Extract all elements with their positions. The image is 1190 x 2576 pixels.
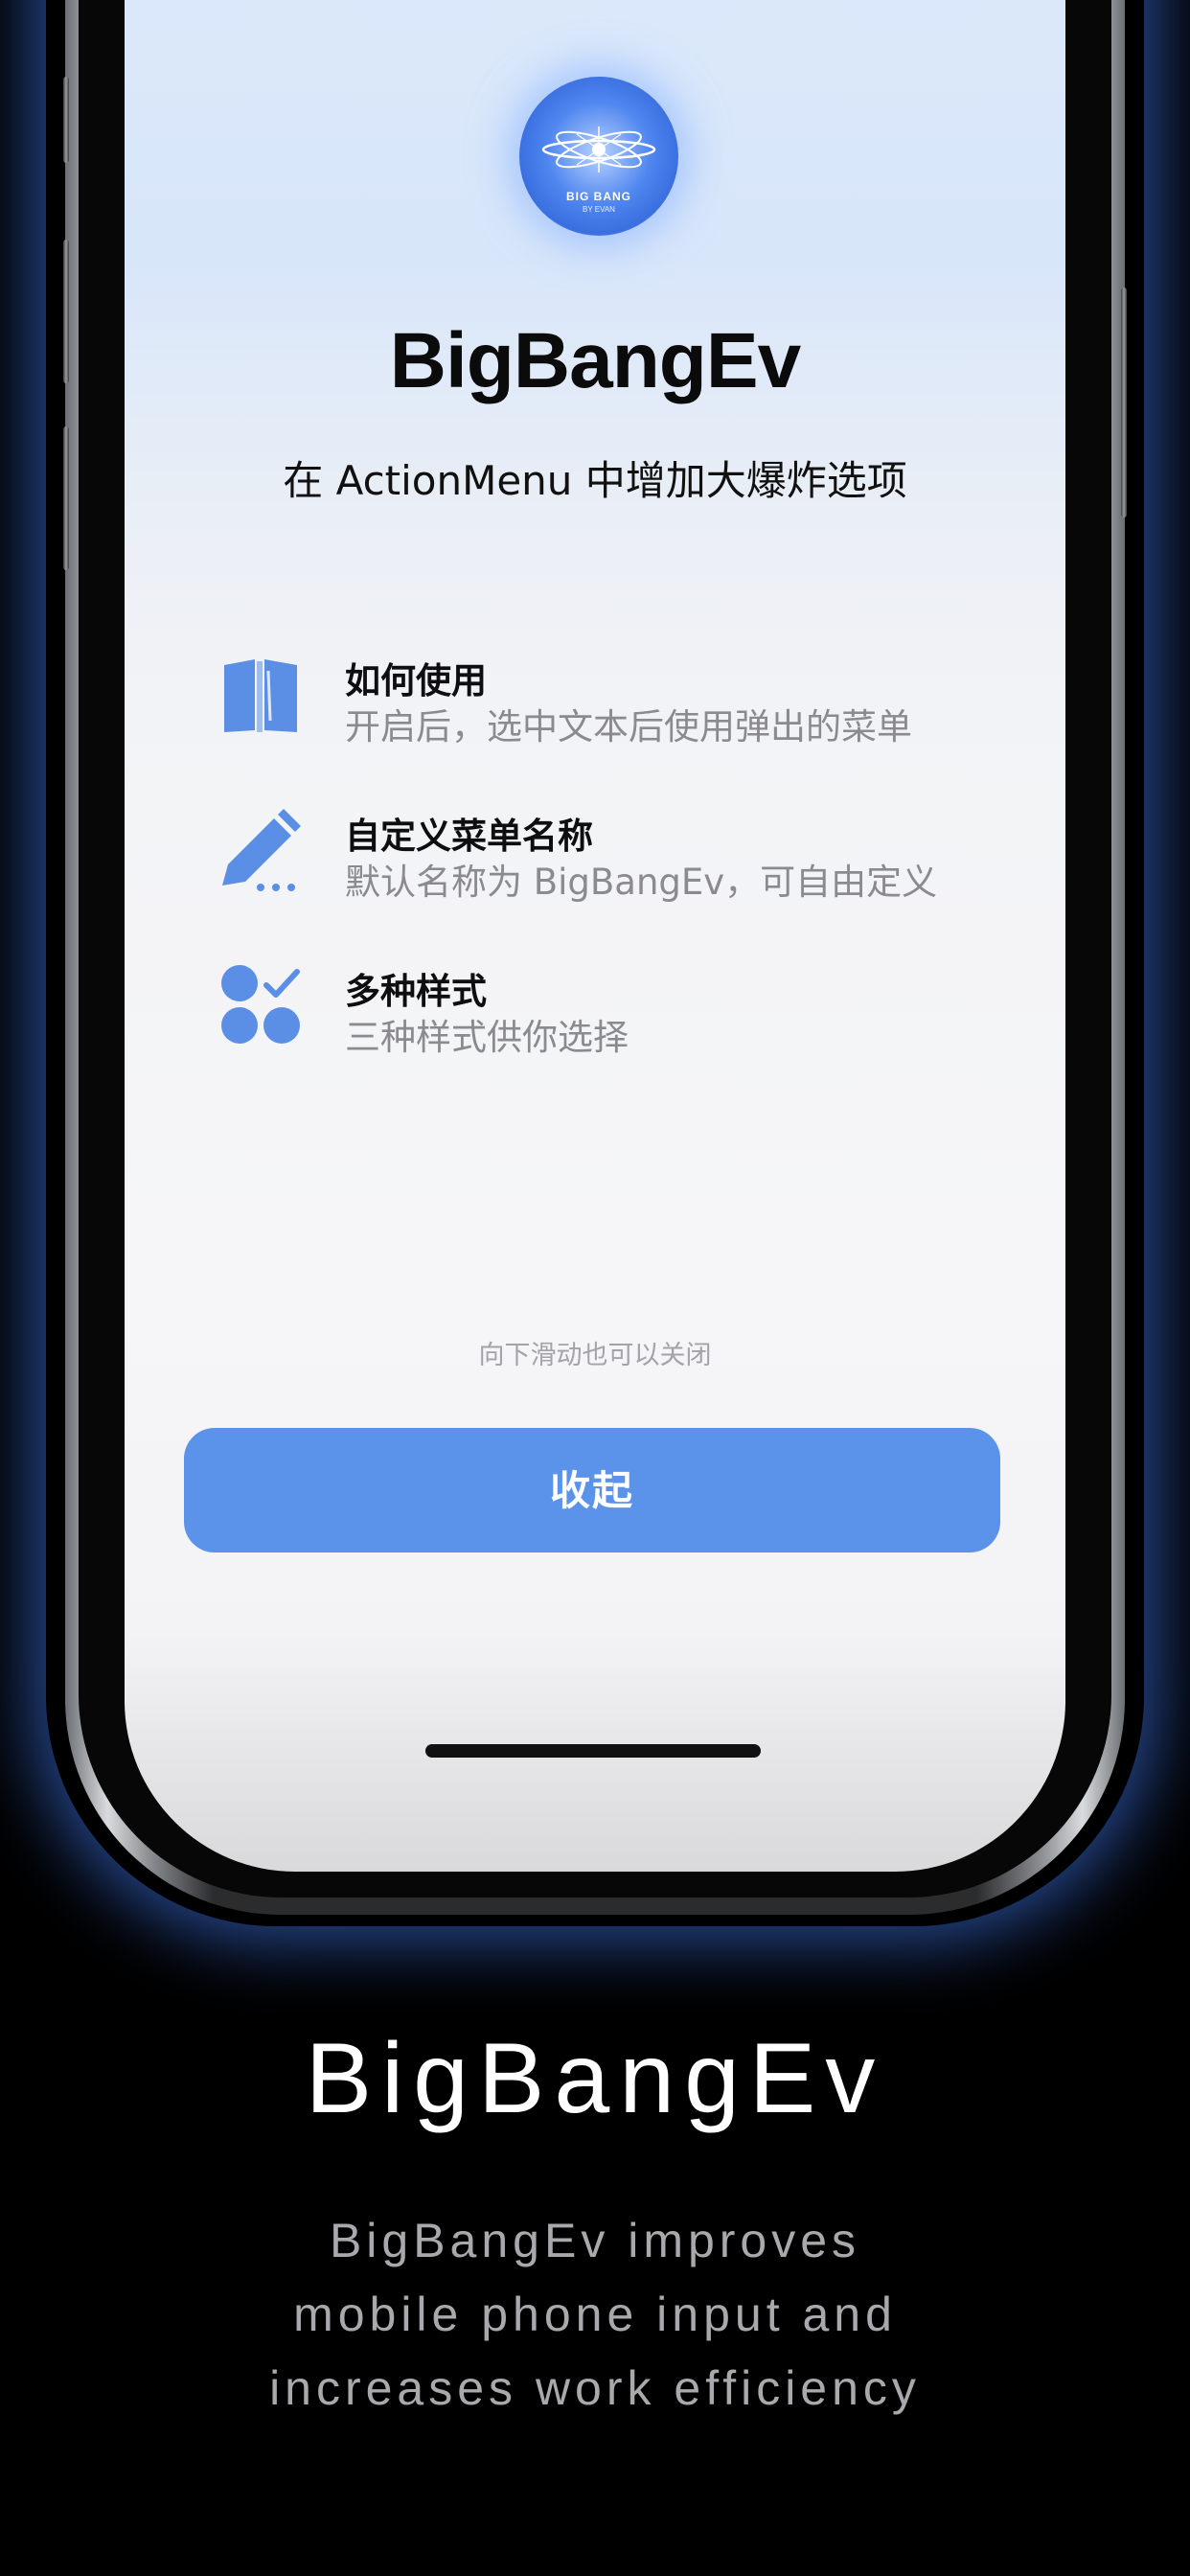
- promo-description: BigBangEv improves mobile phone input an…: [0, 2204, 1190, 2426]
- phone-power-button: [1121, 288, 1127, 518]
- welcome-sheet: BIG BANG BY EVAN BigBangEv 在 ActionMenu …: [125, 0, 1065, 1872]
- app-subtitle: 在 ActionMenu 中增加大爆炸选项: [283, 457, 907, 504]
- collapse-button[interactable]: 收起: [184, 1428, 1000, 1552]
- feature-custom-menu-name: 自定义菜单名称 默认名称为 BigBangEv，可自由定义: [220, 807, 1044, 912]
- promo-description-line: BigBangEv improves: [329, 2214, 861, 2267]
- promo-title: BigBangEv: [305, 2023, 885, 2134]
- app-title: BigBangEv: [389, 317, 801, 404]
- promo-page: BIG BANG BY EVAN BigBangEv 在 ActionMenu …: [0, 0, 1190, 2576]
- feature-description: 三种样式供你选择: [345, 1017, 629, 1058]
- home-indicator[interactable]: [425, 1744, 761, 1758]
- feature-description: 开启后，选中文本后使用弹出的菜单: [345, 706, 912, 748]
- phone-volume-up-button: [63, 240, 69, 383]
- book-icon: [224, 659, 297, 732]
- feature-title: 自定义菜单名称: [345, 816, 593, 857]
- app-icon-caption: BIG BANG: [566, 190, 631, 203]
- feature-title: 如何使用: [345, 660, 487, 702]
- feature-title: 多种样式: [345, 971, 487, 1012]
- styles-check-icon: [221, 965, 300, 1044]
- app-icon-subcaption: BY EVAN: [583, 205, 615, 214]
- app-icon: BIG BANG BY EVAN: [519, 77, 678, 236]
- feature-how-to-use: 如何使用 开启后，选中文本后使用弹出的菜单: [220, 652, 1044, 757]
- phone-screen: BIG BANG BY EVAN BigBangEv 在 ActionMenu …: [125, 0, 1065, 1872]
- promo-description-line: mobile phone input and: [293, 2288, 897, 2341]
- promo-description-line: increases work efficiency: [269, 2361, 921, 2415]
- phone-side-button: [63, 77, 69, 163]
- phone-volume-down-button: [63, 426, 69, 570]
- feature-description: 默认名称为 BigBangEv，可自由定义: [345, 862, 938, 903]
- pencil-icon: [222, 809, 301, 891]
- swipe-down-hint: 向下滑动也可以关闭: [478, 1341, 712, 1370]
- feature-multiple-styles: 多种样式 三种样式供你选择: [220, 962, 1044, 1068]
